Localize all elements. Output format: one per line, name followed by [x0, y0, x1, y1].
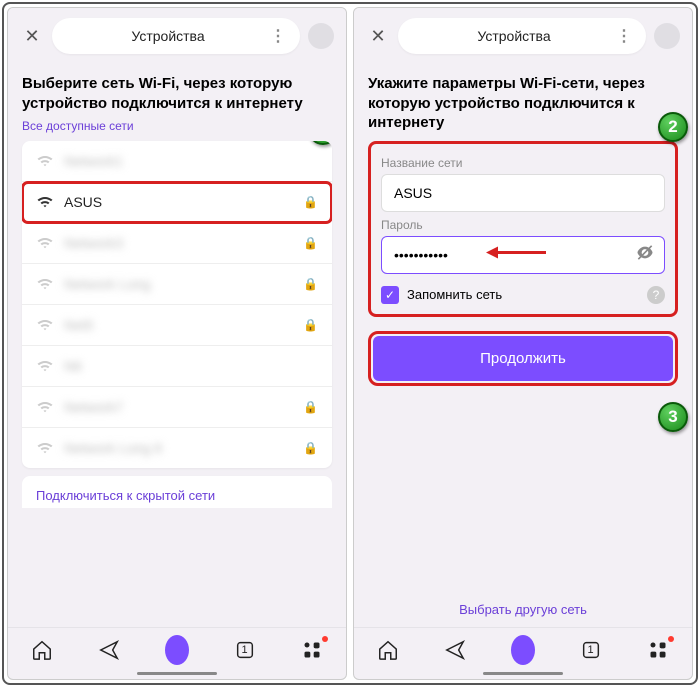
- network-name: Network Long: [64, 276, 293, 292]
- step-badge-2: 2: [658, 112, 688, 142]
- arrow-annotation-icon: [486, 243, 546, 266]
- heading: Выберите сеть Wi-Fi, через которую устро…: [22, 74, 332, 113]
- network-row[interactable]: Net5 🔒: [22, 305, 332, 346]
- alice-icon[interactable]: [511, 638, 535, 662]
- avatar[interactable]: [654, 23, 680, 49]
- network-row[interactable]: Network Long 🔒: [22, 264, 332, 305]
- network-name: Network7: [64, 399, 293, 415]
- remember-label: Запомнить сеть: [407, 287, 502, 302]
- bottom-nav: 1: [354, 627, 692, 670]
- send-icon[interactable]: [443, 638, 467, 662]
- notification-dot: [322, 636, 328, 642]
- wifi-icon: [36, 154, 54, 168]
- close-icon[interactable]: ✕: [20, 26, 44, 47]
- ssid-input[interactable]: [381, 174, 665, 212]
- network-row[interactable]: Network3 🔒: [22, 223, 332, 264]
- lock-icon: 🔒: [303, 277, 318, 291]
- wifi-icon: [36, 400, 54, 414]
- wifi-icon: [36, 277, 54, 291]
- network-name: Network1: [64, 153, 318, 169]
- wifi-icon: [36, 318, 54, 332]
- more-icon[interactable]: ⋮: [270, 26, 286, 46]
- credentials-form: Название сети Пароль ✓ Запомнить сеть ?: [368, 141, 678, 317]
- tabs-icon[interactable]: 1: [579, 638, 603, 662]
- more-icon[interactable]: ⋮: [616, 26, 632, 46]
- apps-icon[interactable]: [646, 638, 670, 662]
- screen-select-network: ✕ Устройства⋮ Выберите сеть Wi-Fi, через…: [7, 7, 347, 680]
- network-row[interactable]: Network Long 8 🔒: [22, 428, 332, 468]
- lock-icon: 🔒: [303, 236, 318, 250]
- header: ✕ Устройства⋮: [354, 8, 692, 64]
- wifi-icon: [36, 236, 54, 250]
- remember-row[interactable]: ✓ Запомнить сеть ?: [381, 286, 665, 304]
- wifi-icon: [36, 359, 54, 373]
- networks-subhead: Все доступные сети: [22, 119, 332, 133]
- password-label: Пароль: [381, 218, 665, 232]
- continue-wrap: Продолжить: [368, 331, 678, 386]
- apps-icon[interactable]: [300, 638, 324, 662]
- home-icon[interactable]: [376, 638, 400, 662]
- lock-icon: 🔒: [303, 441, 318, 455]
- alice-icon[interactable]: [165, 638, 189, 662]
- ssid-label: Название сети: [381, 156, 665, 170]
- home-indicator: [137, 672, 217, 675]
- tabs-icon[interactable]: 1: [233, 638, 257, 662]
- network-row-asus[interactable]: ASUS 🔒 1: [22, 182, 332, 223]
- wifi-icon: [36, 195, 54, 209]
- send-icon[interactable]: [97, 638, 121, 662]
- network-row[interactable]: Network1: [22, 141, 332, 182]
- lock-icon: 🔒: [303, 400, 318, 414]
- lock-icon: 🔒: [303, 195, 318, 209]
- page-title: Устройства: [412, 28, 616, 44]
- checkbox-checked-icon[interactable]: ✓: [381, 286, 399, 304]
- hidden-network-link[interactable]: Подключиться к скрытой сети: [22, 476, 332, 508]
- network-name: Net5: [64, 317, 293, 333]
- home-icon[interactable]: [30, 638, 54, 662]
- header: ✕ Устройства⋮: [8, 8, 346, 64]
- notification-dot: [668, 636, 674, 642]
- avatar[interactable]: [308, 23, 334, 49]
- home-indicator: [483, 672, 563, 675]
- network-row[interactable]: Network7 🔒: [22, 387, 332, 428]
- page-title: Устройства: [66, 28, 270, 44]
- network-list: Network1 ASUS 🔒 1 Network3 🔒 Network Long…: [22, 141, 332, 468]
- network-name: Network Long 8: [64, 440, 293, 456]
- heading: Укажите параметры Wi-Fi-сети, через кото…: [368, 74, 678, 133]
- bottom-nav: 1: [8, 627, 346, 670]
- wifi-icon: [36, 441, 54, 455]
- help-icon[interactable]: ?: [647, 286, 665, 304]
- title-pill[interactable]: Устройства⋮: [52, 18, 300, 54]
- step-badge-3: 3: [658, 402, 688, 432]
- close-icon[interactable]: ✕: [366, 26, 390, 47]
- continue-button[interactable]: Продолжить: [373, 336, 673, 381]
- screen-enter-credentials: ✕ Устройства⋮ Укажите параметры Wi-Fi-се…: [353, 7, 693, 680]
- lock-icon: 🔒: [303, 318, 318, 332]
- network-name: N6: [64, 358, 318, 374]
- network-name: ASUS: [64, 194, 293, 210]
- title-pill[interactable]: Устройства⋮: [398, 18, 646, 54]
- eye-off-icon[interactable]: [635, 242, 655, 267]
- network-row[interactable]: N6: [22, 346, 332, 387]
- network-name: Network3: [64, 235, 293, 251]
- choose-other-link[interactable]: Выбрать другую сеть: [368, 584, 678, 627]
